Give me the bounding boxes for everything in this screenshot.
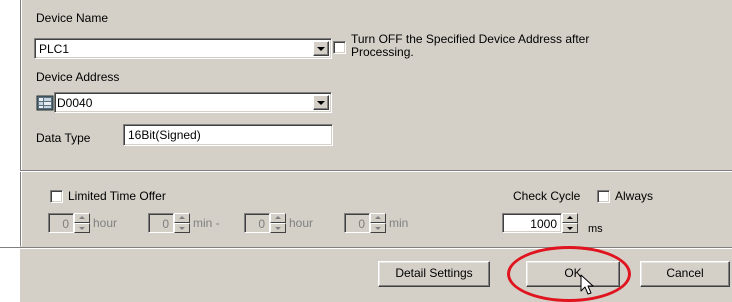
arrow-up-icon xyxy=(567,216,573,219)
start-min-unit: min - xyxy=(193,216,220,230)
spin-up-button[interactable] xyxy=(74,213,90,223)
start-min-spinner[interactable]: 0 xyxy=(148,213,190,233)
check-cycle-label: Check Cycle xyxy=(513,189,581,203)
end-min-spinner[interactable]: 0 xyxy=(344,213,386,233)
end-hour-spinner[interactable]: 0 xyxy=(244,213,286,233)
data-type-field[interactable]: 16Bit(Signed) xyxy=(123,124,333,146)
limited-time-label: Limited Time Offer xyxy=(68,189,166,203)
turn-off-label: Turn OFF the Specified Device Address af… xyxy=(351,32,590,59)
always-label: Always xyxy=(615,189,654,203)
device-name-combo[interactable]: PLC1 xyxy=(34,38,332,59)
button-row-divider xyxy=(0,247,732,249)
device-address-label: Device Address xyxy=(36,70,120,84)
arrow-down-icon xyxy=(375,227,381,230)
end-min-unit: min xyxy=(389,216,409,230)
chevron-down-icon xyxy=(317,100,325,105)
arrow-up-icon xyxy=(79,216,85,219)
check-cycle-spinner[interactable]: 1000 xyxy=(502,213,578,233)
arrow-down-icon xyxy=(179,227,185,230)
device-address-dropdown-button[interactable] xyxy=(313,95,329,110)
device-name-dropdown-button[interactable] xyxy=(313,41,329,56)
device-address-value: D0040 xyxy=(57,96,93,110)
arrow-up-icon xyxy=(275,216,281,219)
spin-up-button[interactable] xyxy=(270,213,286,223)
start-min-box: 0 xyxy=(148,213,174,233)
device-name-value: PLC1 xyxy=(39,42,70,56)
device-grid-icon xyxy=(36,95,54,111)
highlight-ring xyxy=(507,246,631,302)
end-hour-box: 0 xyxy=(244,213,270,233)
panel-left-edge xyxy=(20,0,22,246)
chevron-down-icon xyxy=(317,46,325,51)
limited-time-checkbox[interactable] xyxy=(50,190,63,203)
mouse-pointer-icon xyxy=(580,274,594,295)
arrow-down-icon xyxy=(79,227,85,230)
section-divider xyxy=(20,170,732,172)
end-hour-unit: hour xyxy=(289,216,314,230)
spin-down-button[interactable] xyxy=(370,223,386,233)
arrow-down-icon xyxy=(275,227,281,230)
spin-down-button[interactable] xyxy=(174,223,190,233)
spin-up-button[interactable] xyxy=(370,213,386,223)
start-hour-value: 0 xyxy=(62,217,69,231)
end-hour-value: 0 xyxy=(258,217,265,231)
device-address-combo[interactable]: D0040 xyxy=(54,92,332,113)
end-min-value: 0 xyxy=(358,217,365,231)
device-address-icon-button[interactable] xyxy=(36,95,54,111)
check-cycle-value: 1000 xyxy=(530,217,557,231)
data-type-label: Data Type xyxy=(36,131,91,145)
start-min-value: 0 xyxy=(162,217,169,231)
check-cycle-box[interactable]: 1000 xyxy=(502,213,562,233)
spin-up-button[interactable] xyxy=(562,213,578,223)
spin-down-button[interactable] xyxy=(74,223,90,233)
spin-down-button[interactable] xyxy=(562,223,578,233)
always-checkbox[interactable] xyxy=(597,190,610,203)
start-hour-box: 0 xyxy=(48,213,74,233)
arrow-down-icon xyxy=(567,227,573,230)
check-cycle-unit: ms xyxy=(588,223,603,235)
start-hour-unit: hour xyxy=(93,216,118,230)
end-min-box: 0 xyxy=(344,213,370,233)
cancel-button[interactable]: Cancel xyxy=(640,261,730,287)
data-type-value: 16Bit(Signed) xyxy=(128,128,201,142)
arrow-up-icon xyxy=(179,216,185,219)
spin-down-button[interactable] xyxy=(270,223,286,233)
start-hour-spinner[interactable]: 0 xyxy=(48,213,90,233)
spin-up-button[interactable] xyxy=(174,213,190,223)
device-name-label: Device Name xyxy=(36,11,109,25)
dialog-panel: Device Name PLC1 Turn OFF the Specified … xyxy=(0,0,732,302)
turn-off-checkbox[interactable] xyxy=(333,41,346,54)
detail-settings-button[interactable]: Detail Settings xyxy=(378,261,490,287)
arrow-up-icon xyxy=(375,216,381,219)
